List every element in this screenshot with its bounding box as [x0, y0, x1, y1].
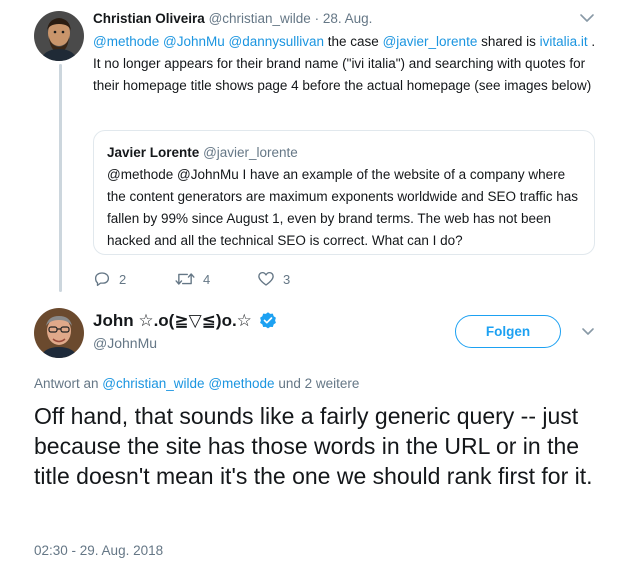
replying-to: Antwort an @christian_wilde @methode und…: [34, 376, 359, 391]
author-name[interactable]: Christian Oliveira: [93, 11, 205, 26]
retweet-icon: [175, 273, 195, 285]
like-count: 3: [283, 271, 291, 287]
quoted-tweet-text: @methode @JohnMu I have an example of th…: [107, 167, 578, 248]
mention-christian-wilde[interactable]: @christian_wilde: [102, 376, 204, 391]
tweet-text: @methode @JohnMu @dannysullivan the case…: [93, 31, 598, 97]
author-handle[interactable]: @JohnMu: [93, 335, 157, 351]
quoted-author-handle: @javier_lorente: [203, 145, 298, 160]
tweet-date[interactable]: 28. Aug.: [323, 11, 373, 26]
tweet-header: Christian Oliveira @christian_wilde · 28…: [93, 11, 372, 26]
author-name-row[interactable]: John ☆.o(≧▽≦)o.☆: [93, 311, 278, 331]
replying-prefix: Antwort an: [34, 376, 103, 391]
quoted-author-name: Javier Lorente: [107, 145, 200, 160]
reply-icon: [94, 272, 110, 287]
chevron-down-icon: [582, 328, 594, 335]
heart-icon: [258, 271, 274, 286]
tweet-timestamp[interactable]: 02:30 - 29. Aug. 2018: [34, 543, 163, 558]
link-ivitalia[interactable]: ivitalia.it: [540, 34, 588, 49]
avatar-icon: [34, 308, 84, 358]
quoted-tweet[interactable]: Javier Lorente @javier_lorente @methode …: [93, 130, 595, 255]
tweet-christian-oliveira[interactable]: Christian Oliveira @christian_wilde · 28…: [0, 0, 623, 298]
mention-johnmu[interactable]: @JohnMu: [163, 34, 225, 49]
mention-methode[interactable]: @methode: [208, 376, 274, 391]
avatar-christian-oliveira[interactable]: [34, 11, 84, 61]
reply-button[interactable]: 2: [93, 268, 126, 290]
header-separator: ·: [314, 11, 320, 26]
verified-badge-icon: [260, 312, 276, 329]
mention-methode[interactable]: @methode: [93, 34, 159, 49]
tweet-john-mueller: John ☆.o(≧▽≦)o.☆ @JohnMu Folgen Antwort …: [0, 298, 623, 570]
replying-suffix[interactable]: und 2 weitere: [275, 376, 359, 391]
thread-connector-line: [59, 64, 62, 292]
author-name[interactable]: John ☆.o(≧▽≦)o.☆: [93, 311, 252, 331]
mention-dannysullivan[interactable]: @dannysullivan: [229, 34, 325, 49]
like-button[interactable]: 3: [257, 268, 290, 290]
author-handle[interactable]: @christian_wilde: [209, 11, 311, 26]
avatar-john-mueller[interactable]: [34, 308, 84, 358]
retweet-count: 4: [203, 271, 211, 287]
tweet-more-menu[interactable]: [580, 325, 596, 337]
avatar-icon: [34, 11, 84, 61]
tweet-more-menu[interactable]: [578, 11, 596, 25]
reply-count: 2: [119, 271, 127, 287]
quoted-tweet-header: Javier Lorente @javier_lorente: [107, 145, 298, 160]
chevron-down-icon: [580, 14, 594, 22]
tweet-text: Off hand, that sounds like a fairly gene…: [34, 403, 593, 489]
tweet-text-part: the case: [324, 34, 383, 49]
retweet-button[interactable]: 4: [175, 268, 210, 290]
follow-button[interactable]: Folgen: [455, 315, 561, 348]
tweet-text-part: shared is: [477, 34, 540, 49]
mention-javier-lorente[interactable]: @javier_lorente: [383, 34, 478, 49]
